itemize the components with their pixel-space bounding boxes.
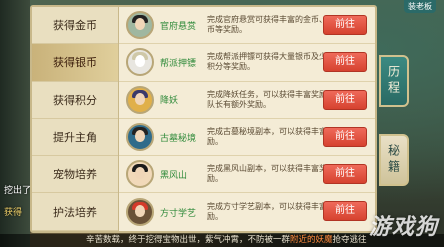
activity-name: 黑风山 — [160, 170, 188, 181]
demon-portrait-icon — [126, 85, 154, 114]
chat-text-suffix: 抢夺逃往 — [332, 235, 367, 245]
category-guardian-training[interactable]: 护法培养 — [32, 193, 118, 231]
blackwind-portrait-icon — [126, 160, 154, 189]
activity-name: 帮派押镖 — [160, 58, 197, 69]
activity-name: 官府悬赏 — [160, 21, 197, 32]
top-right-label: 装老板 — [404, 0, 436, 13]
go-button[interactable]: 前往 — [323, 52, 367, 73]
activity-row: 官府悬赏 完成官府悬赏可获得丰富的金币、银币等奖励。 前往 — [119, 7, 375, 45]
activity-desc: 完成方寸学艺副本，可以获得丰富奖励。 — [207, 202, 335, 222]
tomb-portrait-icon — [126, 123, 154, 152]
activity-row: 黑风山 完成黑风山副本，可以获得丰富奖励。 前往 — [119, 156, 375, 194]
activity-row: 方寸学艺 完成方寸学艺副本，可以获得丰富奖励。 前往 — [119, 193, 375, 230]
activity-desc: 完成古墓秘境副本，可以获得丰富奖励。 — [207, 127, 335, 147]
category-gold[interactable]: 获得金币 — [32, 7, 118, 45]
activity-name: 方寸学艺 — [160, 208, 197, 219]
activity-name: 降妖 — [160, 96, 179, 107]
activity-row: 古墓秘境 完成古墓秘境副本，可以获得丰富奖励。 前往 — [119, 119, 375, 157]
go-button[interactable]: 前往 — [323, 89, 367, 110]
tab-secret-manual[interactable]: 秘籍 — [379, 134, 409, 186]
tab-history[interactable]: 历程 — [379, 55, 409, 107]
chat-text-prefix: 辛苦数载，终于挖得宝物出世，紫气冲霄，不防被一群 — [86, 235, 291, 245]
activity-list: 官府悬赏 完成官府悬赏可获得丰富的金币、银币等奖励。 前往 帮派押镖 完成帮派押… — [119, 7, 375, 231]
go-button[interactable]: 前往 — [323, 126, 367, 147]
owl-portrait-icon — [126, 48, 154, 77]
category-upgrade-hero[interactable]: 提升主角 — [32, 119, 118, 157]
go-button[interactable]: 前往 — [323, 164, 367, 185]
activity-desc: 完成帮派押镖可获得大量银币及少量积分等奖励。 — [207, 52, 335, 72]
go-button[interactable]: 前往 — [323, 201, 367, 222]
activity-row: 帮派押镖 完成帮派押镖可获得大量银币及少量积分等奖励。 前往 — [119, 44, 375, 82]
side-notice-2: 获得 — [4, 208, 23, 218]
npc-portrait-icon — [126, 11, 154, 40]
go-button[interactable]: 前往 — [323, 15, 367, 35]
activity-name: 古墓秘境 — [160, 133, 197, 144]
chat-text-highlight: 附近的妖魔 — [290, 235, 333, 245]
site-watermark: 游戏狗 — [368, 215, 438, 240]
activity-desc: 完成官府悬赏可获得丰富的金币、银币等奖励。 — [207, 15, 335, 35]
category-pet-training[interactable]: 宠物培养 — [32, 156, 118, 194]
category-points[interactable]: 获得积分 — [32, 82, 118, 119]
side-notice-1: 挖出了 — [4, 186, 32, 196]
activity-desc: 完成黑风山副本，可以获得丰富奖励。 — [207, 164, 327, 184]
fangcun-portrait-icon — [126, 198, 154, 227]
activity-desc: 完成降妖任务，可以获得丰富奖励，队长有额外奖励。 — [207, 89, 335, 109]
guide-panel: 获得金币 获得银币 获得积分 提升主角 宠物培养 护法培养 官府悬赏 完成官府悬… — [30, 5, 377, 233]
activity-row: 降妖 完成降妖任务，可以获得丰富奖励，队长有额外奖励。 前往 — [119, 82, 375, 119]
category-list: 获得金币 获得银币 获得积分 提升主角 宠物培养 护法培养 — [32, 7, 119, 231]
category-silver[interactable]: 获得银币 — [32, 44, 118, 82]
